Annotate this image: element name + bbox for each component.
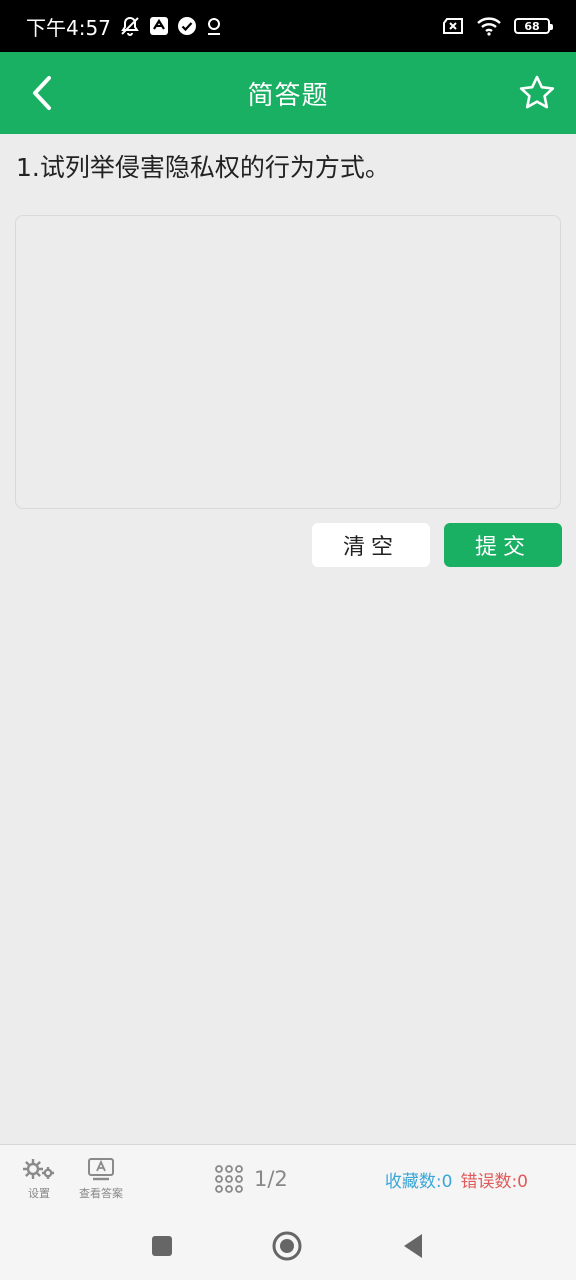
triangle-back-icon (404, 1234, 422, 1258)
status-time: 下午4:57 (26, 15, 111, 40)
bottom-toolbar: 设置 查看答案 1/2 收藏数:0 错误数:0 (0, 1144, 576, 1212)
chevron-left-icon (33, 76, 51, 110)
gear-icon (23, 1159, 54, 1179)
settings-label: 设置 (28, 1187, 50, 1200)
errors-count: 错误数:0 (460, 1172, 528, 1192)
settings-button[interactable]: 设置 (20, 1157, 58, 1201)
app-header: 简答题 (0, 52, 576, 134)
back-button[interactable] (22, 72, 62, 114)
answer-input[interactable] (15, 215, 561, 509)
question-text: 1.试列举侵害隐私权的行为方式。 (16, 153, 390, 182)
mute-notification-icon (119, 15, 141, 37)
grid-dots-icon (215, 1165, 243, 1193)
view-answer-button[interactable]: 查看答案 (76, 1157, 126, 1201)
system-back-button[interactable] (397, 1230, 429, 1262)
system-nav-bar (0, 1212, 576, 1280)
check-circle-icon (177, 16, 197, 36)
battery-level: 68 (524, 19, 540, 33)
view-answer-label: 查看答案 (79, 1187, 123, 1200)
no-sim-icon (442, 17, 464, 35)
home-circle-icon (272, 1231, 302, 1261)
battery-icon: 68 (514, 18, 553, 34)
status-bar: 下午4:57 68 (0, 0, 576, 52)
location-icon (205, 16, 223, 36)
clear-button[interactable]: 清空 (312, 523, 430, 567)
submit-button[interactable]: 提交 (444, 523, 562, 567)
page-title: 简答题 (247, 80, 329, 111)
answer-monitor-icon (88, 1158, 114, 1181)
question-progress[interactable]: 1/2 (214, 1164, 288, 1194)
recent-apps-button[interactable] (146, 1230, 178, 1262)
wifi-icon (476, 16, 502, 36)
star-outline-icon (519, 75, 555, 109)
sync-icon (149, 16, 169, 36)
square-icon (152, 1236, 172, 1256)
favorites-count: 收藏数:0 (384, 1172, 453, 1192)
stats: 收藏数:0 错误数:0 (385, 1167, 528, 1192)
favorite-button[interactable] (516, 72, 558, 114)
progress-text: 1/2 (254, 1167, 288, 1191)
screen: 下午4:57 68 简答题 1.试列举侵害隐私权的行为方式。 清空 提交 设置 … (0, 0, 576, 1280)
home-button[interactable] (271, 1230, 303, 1262)
